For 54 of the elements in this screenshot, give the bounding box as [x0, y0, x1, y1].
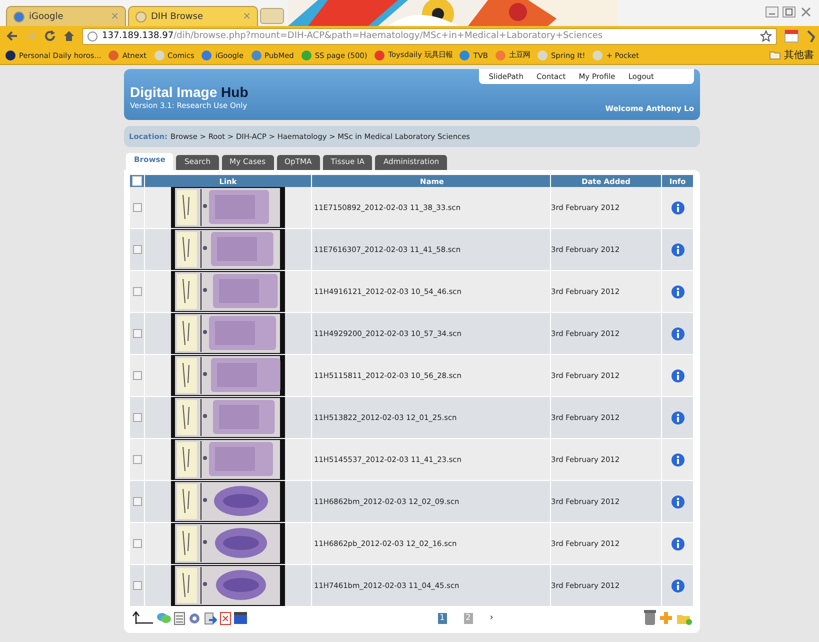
bookmark-icon: [592, 50, 604, 60]
bookmark-icon: [154, 50, 165, 60]
bookmark-icon: [5, 50, 16, 60]
info-icon[interactable]: [670, 410, 684, 424]
row-checkbox[interactable]: [132, 329, 142, 338]
bookmark-icon: [374, 50, 386, 60]
bookmark-icon: [300, 50, 312, 60]
reload-icon[interactable]: [44, 30, 56, 42]
row-checkbox[interactable]: [132, 203, 142, 212]
next-page-button[interactable]: ›: [490, 613, 494, 623]
row-checkbox[interactable]: [132, 455, 142, 464]
minimize-icon[interactable]: [765, 6, 779, 18]
bookmark-icon: [459, 50, 470, 60]
trash-icon[interactable]: [644, 610, 656, 626]
page-button[interactable]: 1: [438, 612, 447, 624]
info-icon[interactable]: [670, 578, 684, 592]
info-icon[interactable]: [670, 494, 684, 508]
back-icon[interactable]: [6, 30, 18, 42]
bookmark-icon: [201, 50, 212, 60]
calendar-icon[interactable]: [784, 28, 800, 44]
bookmark-folder[interactable]: 其他書: [769, 48, 814, 62]
restore-icon[interactable]: [782, 6, 796, 18]
info-icon[interactable]: [670, 326, 684, 340]
info-icon[interactable]: [670, 536, 684, 550]
browser-tab[interactable]: iGoogle ×: [6, 6, 126, 26]
star-icon[interactable]: [760, 30, 772, 42]
row-checkbox[interactable]: [132, 371, 142, 380]
select-all-checkbox[interactable]: [132, 176, 142, 186]
bookmark-icon: [494, 50, 506, 60]
bookmark-icon: [108, 50, 120, 60]
list-icon[interactable]: [174, 612, 185, 624]
chat-icon[interactable]: [157, 612, 171, 624]
row-checkbox[interactable]: [132, 497, 142, 506]
browser-tab[interactable]: DIH Browse ×: [128, 6, 258, 26]
export-icon[interactable]: [204, 612, 217, 624]
tab-favicon-icon: [135, 10, 147, 22]
bookmark-icon: [536, 50, 548, 60]
info-icon[interactable]: [670, 242, 684, 256]
row-checkbox[interactable]: [132, 539, 142, 548]
row-checkbox[interactable]: [132, 245, 142, 254]
info-icon[interactable]: [670, 452, 684, 466]
up-arrow-icon[interactable]: [132, 611, 154, 625]
info-icon[interactable]: [670, 284, 684, 298]
tab-favicon-icon: [13, 10, 25, 22]
row-checkbox[interactable]: [132, 413, 142, 422]
row-checkbox[interactable]: [132, 287, 142, 296]
close-icon[interactable]: [799, 6, 813, 18]
folder-icon: [769, 50, 781, 60]
row-checkbox[interactable]: [132, 581, 142, 590]
home-icon[interactable]: [63, 30, 75, 42]
info-icon[interactable]: [670, 368, 684, 382]
bookmark-icon: [250, 50, 262, 60]
site-title: Digital Image Hub: [130, 84, 248, 100]
info-icon[interactable]: [670, 200, 684, 214]
